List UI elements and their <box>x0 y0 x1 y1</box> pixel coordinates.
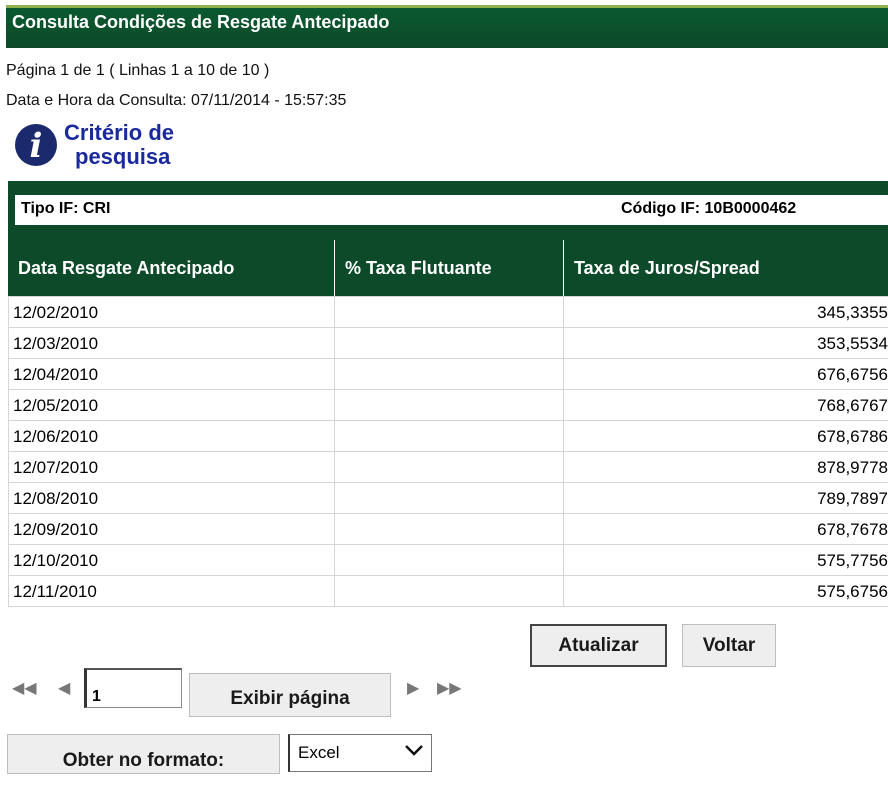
page-number-input[interactable]: 1 <box>84 668 182 708</box>
cell-taxa-flutuante <box>335 576 564 607</box>
table-row: 12/09/2010 678,7678 <box>9 514 888 545</box>
cell-taxa-flutuante <box>335 421 564 452</box>
cell-taxa-juros: 575,7756 <box>564 545 888 576</box>
cell-data-resgate: 12/04/2010 <box>9 359 335 390</box>
chevron-down-icon <box>403 739 425 761</box>
cell-taxa-juros: 575,6756 <box>564 576 888 607</box>
codigo-if: Código IF: 10B0000462 <box>621 200 796 218</box>
query-meta-row: Tipo IF: CRI Código IF: 10B0000462 <box>15 195 888 225</box>
tipo-if: Tipo IF: CRI <box>21 200 110 217</box>
info-icon: i <box>15 124 57 166</box>
cell-data-resgate: 12/07/2010 <box>9 452 335 483</box>
cell-data-resgate: 12/09/2010 <box>9 514 335 545</box>
back-button[interactable]: Voltar <box>682 624 776 667</box>
column-header-data-resgate[interactable]: Data Resgate Antecipado <box>8 240 334 296</box>
cell-data-resgate: 12/08/2010 <box>9 483 335 514</box>
cell-taxa-flutuante <box>335 297 564 328</box>
cell-taxa-juros: 345,3355 <box>564 297 888 328</box>
next-page-icon[interactable]: ▶ <box>407 678 419 698</box>
cell-taxa-flutuante <box>335 514 564 545</box>
cell-taxa-flutuante <box>335 390 564 421</box>
previous-page-icon[interactable]: ◀ <box>58 678 70 698</box>
cell-taxa-juros: 353,5534 <box>564 328 888 359</box>
cell-taxa-juros: 878,9778 <box>564 452 888 483</box>
cell-data-resgate: 12/06/2010 <box>9 421 335 452</box>
page-title-bar: Consulta Condições de Resgate Antecipado <box>6 5 888 48</box>
cell-data-resgate: 12/11/2010 <box>9 576 335 607</box>
cell-taxa-juros: 676,6756 <box>564 359 888 390</box>
table-row: 12/04/2010 676,6756 <box>9 359 888 390</box>
cell-taxa-flutuante <box>335 452 564 483</box>
page-title: Consulta Condições de Resgate Antecipado <box>12 12 389 32</box>
cell-taxa-flutuante <box>335 328 564 359</box>
cell-taxa-juros: 678,6786 <box>564 421 888 452</box>
criteria-line2: pesquisa <box>64 145 174 169</box>
cell-data-resgate: 12/05/2010 <box>9 390 335 421</box>
column-header-taxa-juros[interactable]: Taxa de Juros/Spread <box>563 240 888 296</box>
table-row: 12/06/2010 678,6786 <box>9 421 888 452</box>
export-format-button[interactable]: Obter no formato: <box>7 734 280 774</box>
refresh-button[interactable]: Atualizar <box>530 624 667 667</box>
table-row: 12/03/2010 353,5534 <box>9 328 888 359</box>
cell-taxa-juros: 768,6767 <box>564 390 888 421</box>
search-criteria-label: Critério de pesquisa <box>64 121 174 169</box>
cell-data-resgate: 12/02/2010 <box>9 297 335 328</box>
table-row: 12/08/2010 789,7897 <box>9 483 888 514</box>
results-table: 12/02/2010345,335512/03/2010353,553412/0… <box>8 296 888 607</box>
last-page-icon[interactable]: ▶▶ <box>437 678 462 698</box>
cell-taxa-juros: 789,7897 <box>564 483 888 514</box>
pagination-info: Página 1 de 1 ( Linhas 1 a 10 de 10 ) <box>6 62 269 80</box>
cell-taxa-flutuante <box>335 545 564 576</box>
first-page-icon[interactable]: ◀◀ <box>12 678 37 698</box>
column-header-taxa-flutuante[interactable]: % Taxa Flutuante <box>334 240 563 296</box>
search-criteria-link[interactable]: i Critério de pesquisa <box>15 121 225 171</box>
cell-taxa-juros: 678,7678 <box>564 514 888 545</box>
table-row: 12/10/2010 575,7756 <box>9 545 888 576</box>
table-row: 12/11/2010 575,6756 <box>9 576 888 607</box>
table-row: 12/07/2010 878,9778 <box>9 452 888 483</box>
query-datetime: Data e Hora da Consulta: 07/11/2014 - 15… <box>6 92 346 110</box>
table-header: Data Resgate Antecipado % Taxa Flutuante… <box>8 240 888 296</box>
cell-taxa-flutuante <box>335 359 564 390</box>
cell-data-resgate: 12/03/2010 <box>9 328 335 359</box>
cell-taxa-flutuante <box>335 483 564 514</box>
criteria-line1: Critério de <box>64 121 174 145</box>
show-page-button[interactable]: Exibir página <box>189 673 391 717</box>
export-format-value: Excel <box>298 743 340 762</box>
cell-data-resgate: 12/10/2010 <box>9 545 335 576</box>
table-row: 12/05/2010 768,6767 <box>9 390 888 421</box>
table-row: 12/02/2010 345,3355 <box>9 297 888 328</box>
export-format-select[interactable]: Excel <box>288 734 432 772</box>
